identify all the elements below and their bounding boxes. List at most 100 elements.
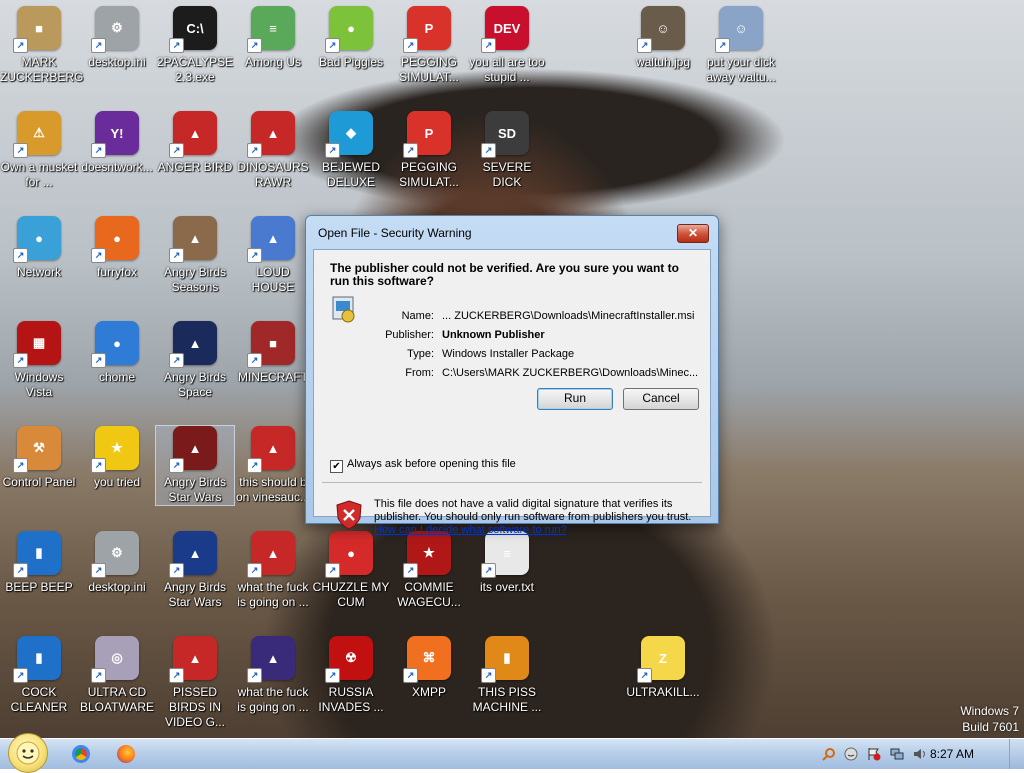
desktop-icon-image[interactable]: ★ ↗: [403, 531, 451, 578]
action-center-flag-icon[interactable]: [867, 747, 881, 761]
search-tray-icon[interactable]: [822, 747, 836, 761]
desktop-icon[interactable]: ▲ ↗ DINOSAURS RAWR: [234, 111, 312, 190]
desktop-icon-label[interactable]: this should b on vinesauc...: [234, 475, 312, 505]
desktop-icon[interactable]: P ↗ PEGGING SIMULAT...: [390, 6, 468, 85]
desktop-icon-image[interactable]: DEV ↗: [481, 6, 529, 53]
desktop-icon-image[interactable]: ▲ ↗: [247, 111, 295, 158]
desktop-icon-label[interactable]: MARK ZUCKERBERG: [0, 55, 83, 85]
volume-tray-icon[interactable]: [913, 747, 927, 761]
desktop-icon[interactable]: ☺ ↗ waltuh.jpg: [624, 6, 702, 70]
desktop-icon-image[interactable]: ⌘ ↗: [403, 636, 451, 683]
desktop-icon-label[interactable]: MINECRAFT: [234, 370, 312, 385]
desktop-icon-label[interactable]: waltuh.jpg: [624, 55, 702, 70]
desktop-icon-image[interactable]: ● ↗: [91, 321, 139, 368]
desktop-icon-image[interactable]: ▲ ↗: [247, 531, 295, 578]
desktop-icon-label[interactable]: CHUZZLE MY CUM: [312, 580, 390, 610]
desktop-icon-image[interactable]: Z ↗: [637, 636, 685, 683]
desktop-icon[interactable]: ▲ ↗ LOUD HOUSE: [234, 216, 312, 295]
desktop-icon[interactable]: ◆ ↗ BEJEWED DELUXE: [312, 111, 390, 190]
run-button[interactable]: Run: [537, 388, 613, 410]
desktop-icon-label[interactable]: its over.txt: [468, 580, 546, 595]
desktop-icon[interactable]: C:\ ↗ 2PACALYPSE 2.3.exe: [156, 6, 234, 85]
desktop-icon[interactable]: DEV ↗ you all are too stupid ...: [468, 6, 546, 85]
desktop-icon[interactable]: ▲ ↗ what the fuck is going on ...: [234, 636, 312, 715]
desktop-icon-image[interactable]: Y! ↗: [91, 111, 139, 158]
desktop-icon-label[interactable]: you all are too stupid ...: [468, 55, 546, 85]
desktop-icon-label[interactable]: PISSED BIRDS IN VIDEO G...: [156, 685, 234, 730]
desktop-icon[interactable]: ▲ ↗ ANGER BIRD: [156, 111, 234, 175]
desktop-icon-image[interactable]: ⚙ ↗: [91, 6, 139, 53]
chrome-taskbar-icon[interactable]: [72, 745, 90, 763]
desktop-icon[interactable]: ▲ ↗ what the fuck is going on ...: [234, 531, 312, 610]
always-ask-checkbox[interactable]: ✔ Always ask before opening this file: [330, 458, 516, 473]
desktop-icon[interactable]: Y! ↗ doesntwork...: [78, 111, 156, 175]
desktop-icon-label[interactable]: COMMIE WAGECU...: [390, 580, 468, 610]
show-desktop-button[interactable]: [1009, 739, 1024, 769]
desktop-icon[interactable]: SD ↗ SEVERE DICK: [468, 111, 546, 190]
desktop-icon-label[interactable]: doesntwork...: [78, 160, 156, 175]
desktop-icon[interactable]: ● ↗ furryfox: [78, 216, 156, 280]
smiley-tray-icon[interactable]: [844, 747, 858, 761]
desktop-icon-label[interactable]: Windows Vista: [0, 370, 78, 400]
desktop-icon-image[interactable]: C:\ ↗: [169, 6, 217, 53]
desktop-icon-label[interactable]: THIS PISS MACHINE ...: [468, 685, 546, 715]
desktop-icon[interactable]: ⌘ ↗ XMPP: [390, 636, 468, 700]
desktop-icon[interactable]: ▲ ↗ Angry Birds Seasons: [156, 216, 234, 295]
desktop-icon-label[interactable]: what the fuck is going on ...: [234, 685, 312, 715]
desktop-icon[interactable]: ⚒ ↗ Control Panel: [0, 426, 78, 490]
dialog-titlebar[interactable]: Open File - Security Warning ✕: [306, 216, 718, 248]
desktop-icon-image[interactable]: ▲ ↗: [169, 321, 217, 368]
desktop-icon-image[interactable]: ▮ ↗: [13, 636, 61, 683]
desktop-icon[interactable]: ▦ ↗ Windows Vista: [0, 321, 78, 400]
desktop-icon-image[interactable]: ▲ ↗: [169, 531, 217, 578]
desktop-icon[interactable]: ▮ ↗ BEEP BEEP: [0, 531, 78, 595]
desktop-icon[interactable]: ⚙ ↗ desktop.ini: [78, 531, 156, 595]
desktop-icon-label[interactable]: COCK CLEANER: [0, 685, 78, 715]
desktop-icon[interactable]: ☢ ↗ RUSSIA INVADES ...: [312, 636, 390, 715]
desktop-icon-image[interactable]: ▲ ↗: [247, 636, 295, 683]
checkbox-checkmark-icon[interactable]: ✔: [330, 460, 343, 473]
desktop-icon-label[interactable]: Angry Birds Star Wars: [156, 475, 234, 505]
desktop-icon-image[interactable]: ▮ ↗: [481, 636, 529, 683]
desktop-icon-image[interactable]: ● ↗: [325, 6, 373, 53]
desktop-icon-image[interactable]: ● ↗: [325, 531, 373, 578]
desktop-icon-label[interactable]: desktop.ini: [78, 580, 156, 595]
desktop-icon-image[interactable]: P ↗: [403, 6, 451, 53]
desktop-icon-image[interactable]: ☺ ↗: [715, 6, 763, 53]
clock[interactable]: 8:27 AM: [930, 747, 974, 761]
desktop-icon[interactable]: ☺ ↗ put your dick away waltu...: [702, 6, 780, 85]
desktop-icon-label[interactable]: SEVERE DICK: [468, 160, 546, 190]
desktop-icon[interactable]: Z ↗ ULTRAKILL...: [624, 636, 702, 700]
desktop-icon-image[interactable]: P ↗: [403, 111, 451, 158]
desktop-icon[interactable]: ▮ ↗ COCK CLEANER: [0, 636, 78, 715]
network-tray-icon[interactable]: [890, 747, 904, 761]
desktop-icon-image[interactable]: ⚒ ↗: [13, 426, 61, 473]
desktop-icon-image[interactable]: ▮ ↗: [13, 531, 61, 578]
desktop-icon[interactable]: ◎ ↗ ULTRA CD BLOATWARE: [78, 636, 156, 715]
desktop-icon-image[interactable]: ◆ ↗: [325, 111, 373, 158]
desktop-icon[interactable]: ■ ↗ MINECRAFT: [234, 321, 312, 385]
desktop-icon[interactable]: ≡ ↗ Among Us: [234, 6, 312, 70]
desktop-icon-label[interactable]: what the fuck is going on ...: [234, 580, 312, 610]
desktop-icon-label[interactable]: 2PACALYPSE 2.3.exe: [156, 55, 234, 85]
desktop-icon-label[interactable]: Among Us: [234, 55, 312, 70]
desktop-icon[interactable]: ⚙ ↗ desktop.ini: [78, 6, 156, 70]
start-button[interactable]: [8, 733, 48, 773]
desktop-icon-label[interactable]: Control Panel: [0, 475, 78, 490]
desktop-icon-label[interactable]: Angry Birds Seasons: [156, 265, 234, 295]
desktop-icon-image[interactable]: ■ ↗: [247, 321, 295, 368]
desktop-icon-image[interactable]: ★ ↗: [91, 426, 139, 473]
desktop-icon-image[interactable]: ▦ ↗: [13, 321, 61, 368]
desktop-icon[interactable]: ▲ ↗ Angry Birds Star Wars: [155, 425, 235, 506]
desktop-icon-image[interactable]: ◎ ↗: [91, 636, 139, 683]
desktop-icon[interactable]: P ↗ PEGGING SIMULAT...: [390, 111, 468, 190]
desktop-icon-image[interactable]: ▲ ↗: [247, 216, 295, 263]
desktop-icon-image[interactable]: SD ↗: [481, 111, 529, 158]
desktop-icon-image[interactable]: ⚙ ↗: [91, 531, 139, 578]
desktop-icon[interactable]: ■ ↗ MARK ZUCKERBERG: [0, 6, 83, 85]
desktop-icon-image[interactable]: ≡ ↗: [481, 531, 529, 578]
desktop-icon[interactable]: ▲ ↗ Angry Birds Star Wars: [156, 531, 234, 610]
desktop-icon[interactable]: ▲ ↗ this should b on vinesauc...: [234, 426, 312, 505]
desktop-icon[interactable]: ● ↗ Bad Piggies: [312, 6, 390, 70]
desktop-icon-image[interactable]: ▲ ↗: [169, 426, 217, 473]
